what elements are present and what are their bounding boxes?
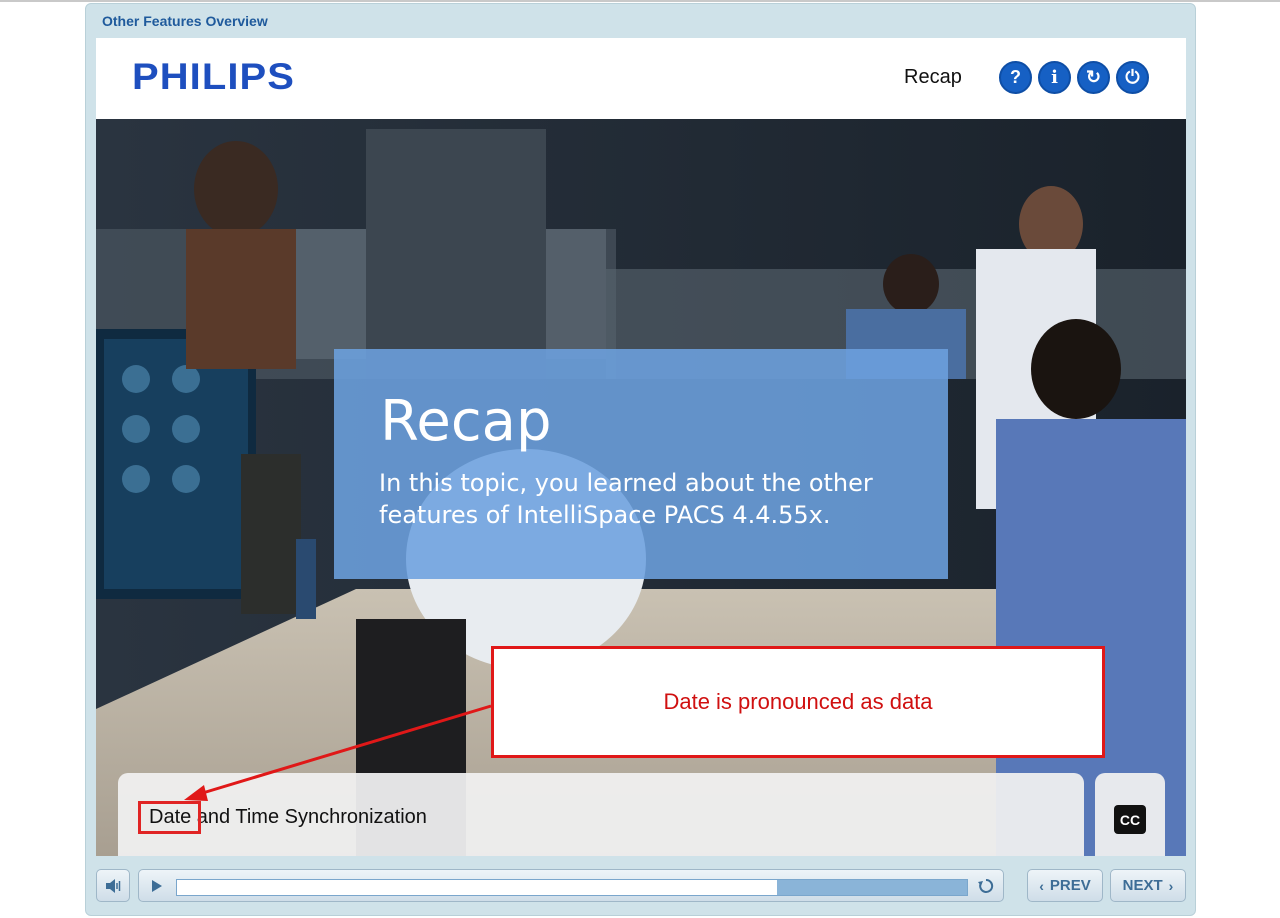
next-label: NEXT — [1122, 877, 1163, 894]
help-button[interactable]: ? — [999, 61, 1032, 94]
speaker-icon — [106, 878, 121, 893]
restart-button[interactable]: ↻ — [1077, 61, 1110, 94]
caption-panel: Date and Time Synchronization — [118, 773, 1084, 856]
cc-panel: CC — [1095, 773, 1165, 856]
closed-captions-button[interactable]: CC — [1114, 805, 1146, 834]
annotation-highlight-box — [138, 801, 201, 834]
recap-panel: Recap In this topic, you learned about t… — [334, 349, 948, 579]
recap-body: In this topic, you learned about the oth… — [379, 469, 873, 529]
power-icon: ⏻ — [1125, 67, 1140, 87]
help-icon: ? — [1010, 67, 1021, 87]
replay-button[interactable] — [977, 877, 995, 900]
restart-icon: ↻ — [1085, 67, 1102, 87]
player-controls: ‹ PREV NEXT › — [96, 869, 1186, 909]
header-bar: PHILIPS Recap ? i ↻ ⏻ — [96, 38, 1186, 119]
annotation-callout: Date is pronounced as data — [491, 646, 1105, 758]
info-icon: i — [1051, 67, 1058, 88]
play-button[interactable] — [150, 879, 164, 898]
prev-button[interactable]: ‹ PREV — [1027, 869, 1103, 902]
replay-icon — [978, 878, 994, 893]
volume-button[interactable] — [96, 869, 130, 902]
player-frame: Other Features Overview PHILIPS Recap ? … — [85, 3, 1196, 916]
progress-bar-container — [138, 869, 1004, 902]
slide-stage: Recap In this topic, you learned about t… — [96, 119, 1186, 856]
recap-title: Recap — [380, 389, 552, 454]
prev-label: PREV — [1049, 877, 1091, 894]
progress-track[interactable] — [176, 879, 968, 896]
chevron-left-icon: ‹ — [1039, 877, 1044, 894]
course-title: Other Features Overview — [102, 13, 268, 29]
section-title: Recap — [904, 66, 962, 88]
play-icon — [152, 880, 162, 892]
next-button[interactable]: NEXT › — [1110, 869, 1186, 902]
info-button[interactable]: i — [1038, 61, 1071, 94]
philips-logo: PHILIPS — [132, 56, 295, 97]
chevron-right-icon: › — [1168, 877, 1174, 894]
progress-fill — [177, 880, 778, 895]
exit-button[interactable]: ⏻ — [1116, 61, 1149, 94]
top-border — [0, 0, 1280, 2]
cc-icon: CC — [1119, 811, 1141, 828]
annotation-note: Date is pronounced as data — [663, 689, 933, 714]
